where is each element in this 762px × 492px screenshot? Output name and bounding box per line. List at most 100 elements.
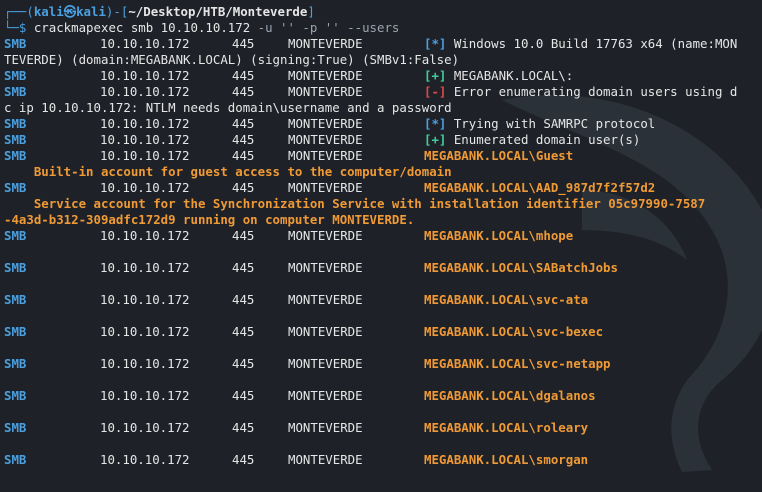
user-row: SMB 10.10.10.172 445 MONTEVERDE MEGABANK.LOC…: [4, 356, 760, 372]
prompt-bracket-close: ]: [307, 4, 315, 19]
ip-cell: 10.10.10.172: [100, 292, 190, 307]
proto-label: SMB: [4, 420, 27, 435]
prompt-host: kali: [76, 4, 106, 19]
proto-label: SMB: [4, 148, 27, 163]
output-row: SMB 10.10.10.172 445 MONTEVERDE [+] MEGABANK…: [4, 68, 760, 84]
ip-cell: 10.10.10.172: [100, 116, 190, 131]
username: MEGABANK.LOCAL\AAD_987d7f2f57d2: [424, 180, 656, 195]
message-text: Enumerated domain user(s): [446, 132, 641, 147]
username: MEGABANK.LOCAL\Guest: [424, 148, 574, 163]
proto-label: SMB: [4, 68, 27, 83]
user-description-text: -4a3d-b312-309adfc172d9 running on compu…: [4, 212, 415, 227]
prompt-tree: ┌──(: [4, 4, 34, 19]
proto-label: SMB: [4, 116, 27, 131]
prompt-user: kali: [33, 4, 64, 19]
port-cell: 445: [232, 36, 255, 51]
message-cell: [*] Trying with SAMRPC protocol: [424, 116, 655, 132]
prompt-line-2[interactable]: └─$ crackmapexec smb 10.10.10.172 -u '' …: [4, 20, 760, 36]
username: MEGABANK.LOCAL\dgalanos: [424, 388, 596, 403]
message-cell: [*] Windows 10.0 Build 17763 x64 (name:M…: [424, 36, 737, 52]
username: MEGABANK.LOCAL\smorgan: [424, 452, 589, 467]
username: MEGABANK.LOCAL\svc-ata: [424, 292, 589, 307]
port-cell: 445: [232, 148, 255, 163]
output-row: SMB 10.10.10.172 445 MONTEVERDE [*] Trying w…: [4, 116, 760, 132]
ip-cell: 10.10.10.172: [100, 132, 190, 147]
host-cell: MONTEVERDE: [288, 68, 363, 83]
prompt-line-1: ┌──(kali㉿kali)-[~/Desktop/HTB/Monteverde…: [4, 4, 760, 20]
message-wrap: TEVERDE) (domain:MEGABANK.LOCAL) (signin…: [4, 52, 460, 67]
ip-cell: 10.10.10.172: [100, 356, 190, 371]
proto-label: SMB: [4, 388, 27, 403]
user-row: SMB 10.10.10.172 445 MONTEVERDE MEGABANK.LOC…: [4, 388, 760, 404]
ip-cell: 10.10.10.172: [100, 36, 190, 51]
host-cell: MONTEVERDE: [288, 132, 363, 147]
port-cell: 445: [232, 132, 255, 147]
output-row: SMB 10.10.10.172 445 MONTEVERDE [*] Windows …: [4, 36, 760, 52]
proto-label: SMB: [4, 292, 27, 307]
host-cell: MONTEVERDE: [288, 452, 363, 467]
prompt-separator: ㉿: [63, 4, 77, 19]
command-name: crackmapexec: [33, 20, 124, 35]
user-row: SMB 10.10.10.172 445 MONTEVERDE MEGABANK.LOC…: [4, 228, 760, 244]
host-cell: MONTEVERDE: [288, 356, 363, 371]
host-cell: MONTEVERDE: [288, 148, 363, 163]
host-cell: MONTEVERDE: [288, 84, 363, 99]
ip-cell: 10.10.10.172: [100, 260, 190, 275]
ip-cell: 10.10.10.172: [100, 180, 190, 195]
host-cell: MONTEVERDE: [288, 324, 363, 339]
user-row: SMB 10.10.10.172 445 MONTEVERDE MEGABANK.LOC…: [4, 180, 760, 196]
prompt-cwd: ~/Desktop/HTB/Monteverde: [128, 4, 308, 19]
ip-cell: 10.10.10.172: [100, 324, 190, 339]
output-row: SMB 10.10.10.172 445 MONTEVERDE [-] Error en…: [4, 84, 760, 100]
user-description-text: Built-in account for guest access to the…: [4, 164, 452, 179]
proto-label: SMB: [4, 180, 27, 195]
host-cell: MONTEVERDE: [288, 420, 363, 435]
command-args: smb 10.10.10.172: [123, 20, 258, 35]
proto-label: SMB: [4, 36, 27, 51]
user-row: SMB 10.10.10.172 445 MONTEVERDE MEGABANK.LOC…: [4, 420, 760, 436]
message-cell: [-] Error enumerating domain users using…: [424, 84, 737, 100]
user-row: SMB 10.10.10.172 445 MONTEVERDE MEGABANK.LOC…: [4, 452, 760, 468]
user-row: SMB 10.10.10.172 445 MONTEVERDE MEGABANK.LOC…: [4, 260, 760, 276]
message-wrap: c ip 10.10.10.172: NTLM needs domain\use…: [4, 100, 452, 115]
message-text: Trying with SAMRPC protocol: [446, 116, 656, 131]
output-row-wrap: TEVERDE) (domain:MEGABANK.LOCAL) (signin…: [4, 52, 760, 68]
port-cell: 445: [232, 324, 255, 339]
host-cell: MONTEVERDE: [288, 180, 363, 195]
proto-label: SMB: [4, 452, 27, 467]
port-cell: 445: [232, 420, 255, 435]
port-cell: 445: [232, 260, 255, 275]
proto-label: SMB: [4, 228, 27, 243]
port-cell: 445: [232, 116, 255, 131]
error-marker: [-]: [424, 84, 447, 99]
command-flags: -u '' -p '' --users: [257, 20, 400, 35]
info-marker: [*]: [424, 36, 447, 51]
output-row: SMB 10.10.10.172 445 MONTEVERDE [+] Enumerat…: [4, 132, 760, 148]
user-description-text: Service account for the Synchronization …: [4, 196, 706, 211]
output-row-wrap: c ip 10.10.10.172: NTLM needs domain\use…: [4, 100, 760, 116]
proto-label: SMB: [4, 356, 27, 371]
message-cell: [+] Enumerated domain user(s): [424, 132, 640, 148]
prompt-dollar: └─$: [4, 20, 34, 35]
terminal-output: ┌──(kali㉿kali)-[~/Desktop/HTB/Monteverde…: [4, 4, 760, 468]
port-cell: 445: [232, 356, 255, 371]
user-description: Built-in account for guest access to the…: [4, 164, 760, 180]
user-description: -4a3d-b312-309adfc172d9 running on compu…: [4, 212, 760, 228]
message-text: Error enumerating domain users using d: [446, 84, 738, 99]
host-cell: MONTEVERDE: [288, 228, 363, 243]
port-cell: 445: [232, 228, 255, 243]
message-text: MEGABANK.LOCAL\:: [446, 68, 574, 83]
proto-label: SMB: [4, 132, 27, 147]
success-marker: [+]: [424, 68, 447, 83]
success-marker: [+]: [424, 132, 447, 147]
port-cell: 445: [232, 84, 255, 99]
host-cell: MONTEVERDE: [288, 260, 363, 275]
ip-cell: 10.10.10.172: [100, 148, 190, 163]
username: MEGABANK.LOCAL\roleary: [424, 420, 589, 435]
proto-label: SMB: [4, 324, 27, 339]
port-cell: 445: [232, 180, 255, 195]
username: MEGABANK.LOCAL\SABatchJobs: [424, 260, 618, 275]
ip-cell: 10.10.10.172: [100, 228, 190, 243]
ip-cell: 10.10.10.172: [100, 388, 190, 403]
port-cell: 445: [232, 452, 255, 467]
